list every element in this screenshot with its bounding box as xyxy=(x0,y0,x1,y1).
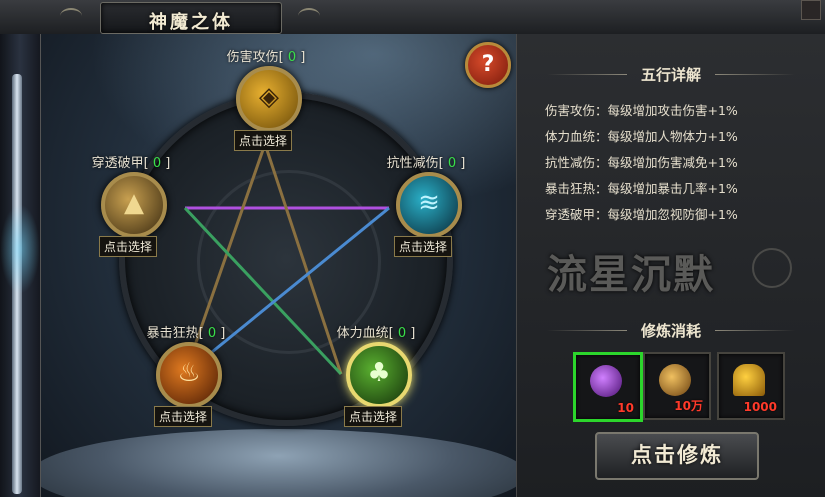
gold-coin-icon xyxy=(659,364,691,396)
node-name: 伤害攻伤 xyxy=(226,50,279,65)
node-name: 穿透破甲 xyxy=(91,156,144,171)
node-level: 0 xyxy=(397,326,407,341)
node-resist: 抗性减伤[ 0 ] ≋ 点击选择 xyxy=(366,152,486,282)
window-title: 神魔之体 xyxy=(149,12,233,33)
node-name: 暴击狂热 xyxy=(146,326,199,341)
damage-icon: ◈ xyxy=(259,82,279,112)
detail-line: 伤害攻伤：每级增加攻击伤害+1% xyxy=(545,103,738,118)
select-button-pierce[interactable]: 点击选择 xyxy=(99,236,158,257)
title-ornament-left xyxy=(60,8,82,24)
purple-gem-icon xyxy=(590,365,622,397)
node-crit: 暴击狂热[ 0 ] ♨ 点击选择 xyxy=(126,322,246,452)
node-level: 0 xyxy=(152,156,162,171)
window: 神魔之体 ? 伤害攻伤[ 0 ] ◈ 点击选择 穿透破甲[0] ▲ 点击选择… xyxy=(0,0,825,497)
vitality-icon: ♣ xyxy=(367,358,391,388)
node-name: 抗性减伤 xyxy=(386,156,439,171)
node-name: 体力血统 xyxy=(336,326,389,341)
vitality-orb[interactable]: ♣ xyxy=(346,342,412,408)
node-level: 0 xyxy=(287,50,297,65)
damage-orb[interactable]: ◈ xyxy=(236,66,302,132)
close-button[interactable] xyxy=(801,0,821,20)
node-pierce: 穿透破甲[ 0 ] ▲ 点击选择 xyxy=(71,152,191,282)
node-label: 穿透破甲[ 0 ] xyxy=(91,156,171,171)
cost-count: 10万 xyxy=(674,399,703,413)
node-label: 抗性减伤[ 0 ] xyxy=(386,156,466,171)
node-vitality: 体力血统[ 0 ] ♣ 点击选择 xyxy=(316,322,436,452)
title-ornament-right xyxy=(298,8,320,24)
title-plate: 神魔之体 xyxy=(100,2,282,34)
pierce-icon: ▲ xyxy=(124,188,144,218)
select-button-resist[interactable]: 点击选择 xyxy=(394,236,453,257)
cost-count: 10 xyxy=(617,401,634,415)
detail-line: 体力血统：每级增加人物体力+1% xyxy=(545,129,738,144)
cost-slot-coin[interactable]: 10万 xyxy=(643,352,711,420)
resist-icon: ≋ xyxy=(418,188,440,218)
detail-line: 抗性减伤：每级增加伤害减免+1% xyxy=(545,155,738,170)
cost-count: 1000 xyxy=(743,400,777,414)
node-damage: 伤害攻伤[ 0 ] ◈ 点击选择 xyxy=(206,46,326,176)
watermark: 流星沉默 xyxy=(547,252,715,298)
sword-decoration xyxy=(0,34,40,497)
watermark-seal xyxy=(752,248,792,288)
cost-slot-gem[interactable]: 10 xyxy=(573,352,643,422)
title-bar: 神魔之体 xyxy=(0,0,825,36)
select-button-crit[interactable]: 点击选择 xyxy=(154,406,213,427)
pierce-orb[interactable]: ▲ xyxy=(101,172,167,238)
node-level: 0 xyxy=(207,326,217,341)
details-title: 五行详解 xyxy=(640,66,701,84)
five-element-panel: ? 伤害攻伤[ 0 ] ◈ 点击选择 穿透破甲[ 0 ] ▲ 点击选择 抗性减伤… xyxy=(40,34,518,497)
detail-panel: 五行详解 伤害攻伤：每级增加攻击伤害+1% 体力血统：每级增加人物体力+1% 抗… xyxy=(517,34,825,497)
detail-line: 暴击狂热：每级增加暴击几率+1% xyxy=(545,181,738,196)
node-label: 伤害攻伤[ 0 ] xyxy=(226,50,306,65)
node-level: 0 xyxy=(447,156,457,171)
crit-orb[interactable]: ♨ xyxy=(156,342,222,408)
cost-title: 修炼消耗 xyxy=(640,322,701,340)
select-button-vitality[interactable]: 点击选择 xyxy=(344,406,403,427)
node-label: 体力血统[ 0 ] xyxy=(336,326,416,341)
train-button[interactable]: 点击修炼 xyxy=(595,432,759,480)
gold-ingot-icon xyxy=(733,364,765,396)
resist-orb[interactable]: ≋ xyxy=(396,172,462,238)
detail-line: 穿透破甲：每级增加忽视防御+1% xyxy=(545,207,738,222)
sword-glow xyxy=(0,204,40,294)
cost-slot-ingot[interactable]: 1000 xyxy=(717,352,785,420)
node-label: 暴击狂热[ 0 ] xyxy=(146,326,226,341)
help-button[interactable]: ? xyxy=(465,42,511,88)
select-button-damage[interactable]: 点击选择 xyxy=(234,130,293,151)
crit-icon: ♨ xyxy=(177,358,201,388)
